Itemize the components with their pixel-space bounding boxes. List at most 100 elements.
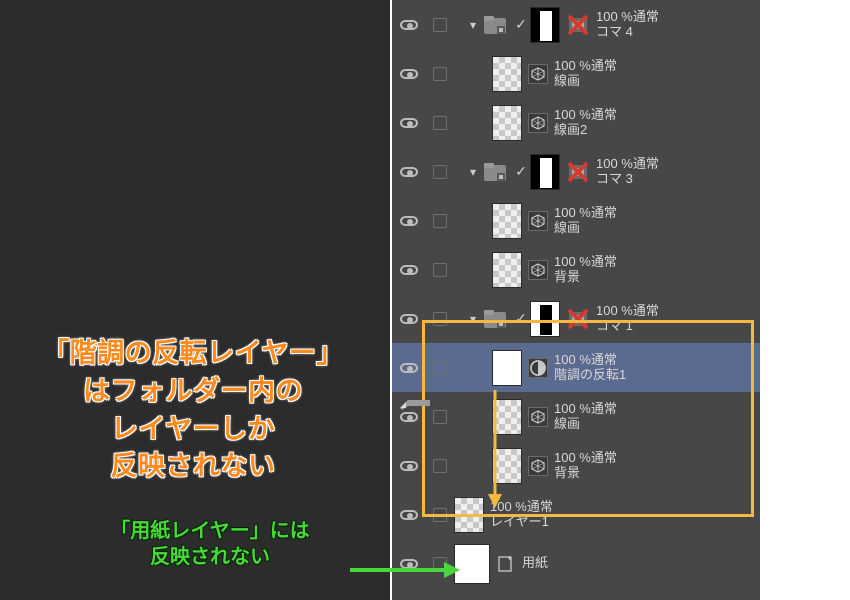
- layer-opacity-mode: 100 %通常: [554, 353, 626, 368]
- layer-name: レイヤー1: [490, 515, 553, 530]
- layer-label-block: 100 %通常線画: [554, 59, 617, 89]
- visibility-toggle[interactable]: [392, 314, 426, 324]
- layer-name: 用紙: [522, 556, 548, 571]
- layer-row-線画[interactable]: 100 %通常線画: [392, 392, 760, 441]
- lock-toggle[interactable]: [426, 312, 454, 326]
- visibility-toggle[interactable]: [392, 510, 426, 520]
- layer-opacity-mode: 100 %通常: [596, 304, 659, 319]
- eye-icon: [400, 69, 418, 79]
- layer-label-block: 100 %通常階調の反転1: [554, 353, 626, 383]
- visibility-toggle[interactable]: [392, 167, 426, 177]
- canvas-area: [0, 0, 390, 600]
- lock-toggle[interactable]: [426, 508, 454, 522]
- layer-label-block: 100 %通常レイヤー1: [490, 500, 553, 530]
- visibility-toggle[interactable]: [392, 412, 426, 422]
- layer-opacity-mode: 100 %通常: [596, 157, 659, 172]
- visibility-toggle[interactable]: [392, 363, 426, 373]
- layer-name: 階調の反転1: [554, 368, 626, 383]
- eye-icon: [400, 265, 418, 275]
- eye-icon: [400, 559, 418, 569]
- layer-label-block: 100 %通常線画2: [554, 108, 617, 138]
- eye-icon: [400, 118, 418, 128]
- layer-thumbnail[interactable]: [492, 203, 522, 239]
- reference-disabled-icon: [566, 307, 590, 331]
- eye-icon: [400, 510, 418, 520]
- layer-name: 線画: [554, 74, 617, 89]
- eye-icon: [400, 412, 418, 422]
- reference-disabled-icon: [566, 13, 590, 37]
- visibility-toggle[interactable]: [392, 118, 426, 128]
- lock-icon: [433, 67, 447, 81]
- reference-disabled-icon: [566, 160, 590, 184]
- folder-mask-thumbnail[interactable]: [530, 154, 560, 190]
- visibility-toggle[interactable]: [392, 69, 426, 79]
- lock-toggle[interactable]: [426, 263, 454, 277]
- cube-icon: [528, 113, 548, 133]
- right-margin: [760, 0, 850, 600]
- folder-collapse-toggle[interactable]: ▾: [464, 18, 482, 32]
- visibility-toggle[interactable]: [392, 20, 426, 30]
- lock-icon: [433, 263, 447, 277]
- eye-icon: [400, 363, 418, 373]
- folder-mask-thumbnail[interactable]: [530, 7, 560, 43]
- layer-opacity-mode: 100 %通常: [554, 402, 617, 417]
- folder-collapse-toggle[interactable]: ▾: [464, 165, 482, 179]
- folder-icon: [482, 307, 508, 331]
- layer-label-block: 100 %通常線画: [554, 206, 617, 236]
- layer-row-線画[interactable]: 100 %通常線画: [392, 49, 760, 98]
- lock-toggle[interactable]: [426, 361, 454, 375]
- layer-thumbnail[interactable]: [492, 56, 522, 92]
- layer-row-線画2[interactable]: 100 %通常線画2: [392, 98, 760, 147]
- lock-icon: [433, 214, 447, 228]
- cube-icon: [528, 456, 548, 476]
- lock-toggle[interactable]: [426, 116, 454, 130]
- lock-toggle[interactable]: [426, 410, 454, 424]
- layer-thumbnail[interactable]: [492, 399, 522, 435]
- paper-icon: [496, 554, 516, 574]
- layer-thumbnail[interactable]: [454, 497, 484, 533]
- eye-icon: [400, 314, 418, 324]
- lock-icon: [433, 361, 447, 375]
- layer-thumbnail[interactable]: [492, 350, 522, 386]
- layer-name: 線画: [554, 417, 617, 432]
- layer-opacity-mode: 100 %通常: [596, 10, 659, 25]
- lock-toggle[interactable]: [426, 67, 454, 81]
- layer-row-レイヤー1[interactable]: 100 %通常レイヤー1: [392, 490, 760, 539]
- layer-row-背景[interactable]: 100 %通常背景: [392, 441, 760, 490]
- layer-row-線画[interactable]: 100 %通常線画: [392, 196, 760, 245]
- lock-toggle[interactable]: [426, 165, 454, 179]
- layer-row-背景[interactable]: 100 %通常背景: [392, 245, 760, 294]
- cube-icon: [528, 260, 548, 280]
- visibility-toggle[interactable]: [392, 461, 426, 471]
- cube-icon: [528, 64, 548, 84]
- lock-toggle[interactable]: [426, 214, 454, 228]
- layer-thumbnail[interactable]: [492, 252, 522, 288]
- lock-icon: [433, 312, 447, 326]
- layer-row-階調の反転1[interactable]: 100 %通常階調の反転1: [392, 343, 760, 392]
- layer-opacity-mode: 100 %通常: [554, 206, 617, 221]
- visibility-toggle[interactable]: [392, 265, 426, 275]
- lock-toggle[interactable]: [426, 557, 454, 571]
- layer-name: 線画: [554, 221, 617, 236]
- layer-thumbnail[interactable]: [492, 105, 522, 141]
- lock-icon: [433, 165, 447, 179]
- layer-row-コマ 1[interactable]: ▾✓100 %通常コマ 1: [392, 294, 760, 343]
- folder-mask-thumbnail[interactable]: [530, 301, 560, 337]
- lock-icon: [433, 508, 447, 522]
- paper-thumbnail[interactable]: [454, 544, 490, 584]
- layer-name: 背景: [554, 466, 617, 481]
- layer-thumbnail[interactable]: [492, 448, 522, 484]
- layer-row-用紙[interactable]: 用紙: [392, 539, 760, 588]
- layer-row-コマ 4[interactable]: ▾✓100 %通常コマ 4: [392, 0, 760, 49]
- lock-toggle[interactable]: [426, 18, 454, 32]
- folder-collapse-toggle[interactable]: ▾: [464, 312, 482, 326]
- layer-name: コマ 3: [596, 172, 659, 187]
- layer-row-コマ 3[interactable]: ▾✓100 %通常コマ 3: [392, 147, 760, 196]
- visibility-toggle[interactable]: [392, 216, 426, 226]
- lock-toggle[interactable]: [426, 459, 454, 473]
- eye-icon: [400, 461, 418, 471]
- folder-icon: [482, 160, 508, 184]
- visibility-toggle[interactable]: [392, 559, 426, 569]
- lock-icon: [433, 459, 447, 473]
- annotation-orange: 「階調の反転レイヤー」 はフォルダー内の レイヤーしか 反映されない: [8, 335, 378, 486]
